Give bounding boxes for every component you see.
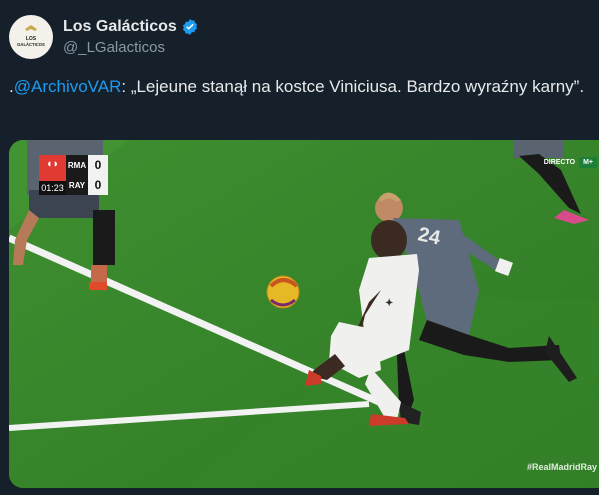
svg-text:✦: ✦ [385, 298, 393, 309]
tweet-media-image[interactable]: 24 ✦ ◖◗ 01:23 RMA 0 RAY 0 DIRECTO M+ #Re… [9, 140, 599, 488]
channel-label: M+ [579, 157, 597, 168]
tweet-header: LOS GALÁCTICOS Los Galácticos @_LGalacti… [9, 14, 199, 60]
soccer-ball [266, 275, 300, 309]
home-team: RMA [67, 160, 87, 170]
tweet-text-body: : „Lejeune stanął na kostce Viniciusa. B… [121, 77, 585, 96]
live-label: DIRECTO [543, 159, 576, 166]
avatar-text-bottom: GALÁCTICOS [17, 42, 45, 47]
laliga-logo-icon: ◖◗ 01:23 [39, 155, 66, 195]
scoreboard: ◖◗ 01:23 RMA 0 RAY 0 [39, 155, 108, 195]
match-clock: 01:23 [39, 181, 66, 195]
away-score: 0 [88, 175, 108, 195]
verified-badge-icon [182, 19, 197, 35]
home-score: 0 [88, 155, 108, 175]
mention-link[interactable]: @ArchivoVAR [14, 77, 122, 96]
display-name[interactable]: Los Galácticos [63, 18, 177, 36]
avatar[interactable]: LOS GALÁCTICOS [9, 15, 53, 59]
user-handle[interactable]: @_LGalacticos [63, 39, 199, 56]
away-team: RAY [68, 180, 86, 190]
avatar-logo: LOS GALÁCTICOS [10, 16, 52, 58]
broadcast-tag: DIRECTO M+ [544, 157, 597, 168]
tweet-text: .@ArchivoVAR: „Lejeune stanął na kostce … [9, 75, 589, 99]
hashtag-watermark: #RealMadridRay [526, 462, 597, 472]
